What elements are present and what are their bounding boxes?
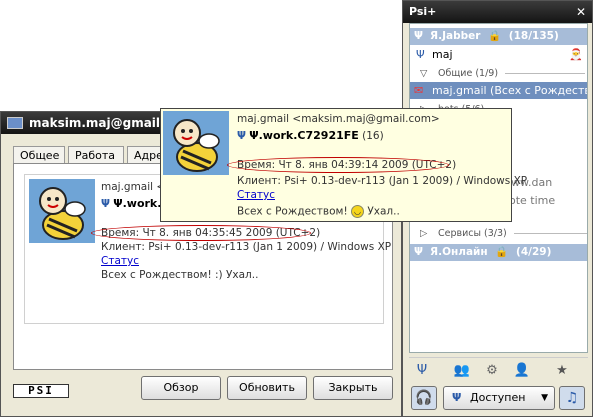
contact-self-name: maj xyxy=(432,48,453,61)
tooltip-resource-line: Ψ Ψ.work.C72921FE (16) xyxy=(237,129,384,142)
status-link[interactable]: Статус xyxy=(101,255,139,267)
roster-status-bar: 🎧 Ψ Доступен ▼ ♫ xyxy=(409,385,588,411)
chevron-down-icon: ▼ xyxy=(541,393,548,403)
gear-icon[interactable]: ⚙ xyxy=(483,362,501,380)
tab-work[interactable]: Работа xyxy=(68,146,124,164)
time-highlight-ellipse xyxy=(91,225,311,241)
contact-tooltip: maj.gmail <maksim.maj@gmail.com> Ψ Ψ.wor… xyxy=(160,108,527,222)
psi-status-icon: Ψ xyxy=(452,391,462,404)
account-online-name: Я.Онлайн xyxy=(430,246,488,258)
lock-icon: 🔒 xyxy=(488,30,502,42)
tooltip-avatar xyxy=(163,111,229,175)
psi-resource-icon: Ψ xyxy=(101,198,110,210)
vcard-icon xyxy=(7,117,23,129)
music-note-icon[interactable]: ♫ xyxy=(559,386,585,410)
smiley-icon: ◡ xyxy=(351,205,365,218)
psi-resource-icon: Ψ xyxy=(237,130,246,142)
tooltip-status-link[interactable]: Статус xyxy=(237,189,275,201)
headphones-icon[interactable]: 🎧 xyxy=(411,386,437,410)
join-groupchat-icon[interactable]: 👤 xyxy=(513,362,531,380)
add-contact-icon[interactable]: 👥 xyxy=(453,362,471,380)
tooltip-resource-name: Ψ.work.C72921FE xyxy=(249,129,359,142)
contact-avatar xyxy=(29,179,95,243)
psi-account-icon: Ψ xyxy=(414,246,423,258)
expand-down-icon: ▽ xyxy=(420,68,428,79)
account-jabber-name: Я.Jabber xyxy=(430,30,481,42)
tooltip-client-line: Клиент: Psi+ 0.13-dev-r113 (Jan 1 2009) … xyxy=(237,175,528,187)
account-online[interactable]: Ψ Я.Онлайн 🔒 (4/29) xyxy=(410,244,587,261)
group-divider xyxy=(505,73,586,74)
refresh-button[interactable]: Обновить xyxy=(227,376,307,400)
psi-account-icon: Ψ xyxy=(414,30,423,42)
tooltip-status-line: Всех с Рождеством! ◡ Ухал.. xyxy=(237,205,400,218)
roster-title-bar[interactable]: Psi+ ✕ xyxy=(403,1,592,23)
group-services-count: (3/3) xyxy=(484,228,507,239)
santa-avatar-icon: 🎅 xyxy=(569,48,583,61)
account-online-count: (4/29) xyxy=(516,246,552,258)
client-line: Клиент: Psi+ 0.13-dev-r113 (Jan 1 2009) … xyxy=(101,241,392,253)
status-dropdown[interactable]: Ψ Доступен ▼ xyxy=(443,386,555,410)
tooltip-time-highlight-ellipse xyxy=(227,157,449,173)
tooltip-priority: (16) xyxy=(362,130,384,142)
tooltip-status-tail: Ухал.. xyxy=(367,205,400,218)
psi-menu-icon[interactable]: Ψ xyxy=(413,362,431,380)
status-message: Всех с Рождеством! :) Ухал.. xyxy=(101,269,259,281)
browse-button[interactable]: Обзор xyxy=(141,376,221,400)
account-jabber-count: (18/135) xyxy=(508,30,559,42)
tooltip-jid-line: maj.gmail <maksim.maj@gmail.com> xyxy=(237,113,440,125)
contact-gmail[interactable]: ✉ maj.gmail (Всех с Рождеством! :) Ухал.… xyxy=(410,82,587,99)
roster-toolbar: Ψ 👥 ⚙ 👤 ★ xyxy=(409,357,588,381)
group-general[interactable]: ▽ Общие (1/9) xyxy=(410,66,587,81)
star-icon[interactable]: ★ xyxy=(553,362,571,380)
tab-general[interactable]: Общее xyxy=(13,146,65,164)
group-general-count: (1/9) xyxy=(475,68,499,79)
gmail-icon: ✉ xyxy=(414,84,424,97)
roster-title: Psi+ xyxy=(409,5,437,18)
group-general-name: Общие xyxy=(438,68,473,79)
contact-gmail-name: maj.gmail (Всех с Рождеством! :) Ухал.. xyxy=(432,84,587,97)
account-jabber[interactable]: Ψ Я.Jabber 🔒 (18/135) xyxy=(410,28,587,45)
close-icon[interactable]: ✕ xyxy=(576,1,586,23)
close-button[interactable]: Закрыть xyxy=(313,376,393,400)
status-label: Доступен xyxy=(470,391,526,404)
expand-right-icon: ▷ xyxy=(420,228,428,239)
contact-self[interactable]: Ψ maj 🎅 xyxy=(410,46,587,63)
group-divider xyxy=(513,233,587,234)
group-services-name: Сервисы xyxy=(438,228,482,239)
psi-logo: PSI xyxy=(13,384,69,398)
psi-contact-icon: Ψ xyxy=(416,48,425,61)
group-services[interactable]: ▷ Сервисы (3/3) xyxy=(410,226,587,241)
lock-icon: 🔒 xyxy=(495,246,509,258)
tooltip-status-message: Всех с Рождеством! xyxy=(237,205,348,218)
